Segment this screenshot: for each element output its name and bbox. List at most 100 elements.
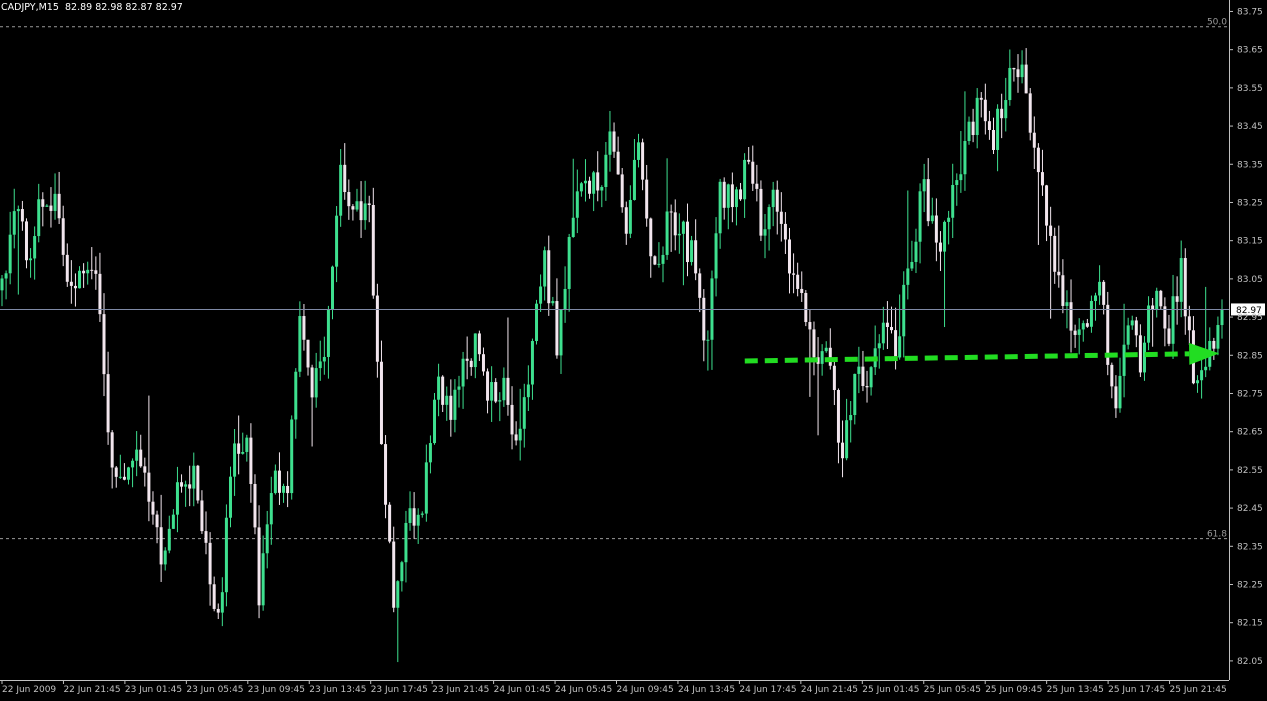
candle-body	[118, 476, 122, 478]
price-tick-label: 83.05	[1237, 275, 1263, 285]
candle-body	[1065, 302, 1069, 306]
candle-body	[596, 172, 600, 191]
candle-body	[379, 361, 383, 445]
candle-body	[583, 180, 587, 184]
candle-body	[433, 399, 437, 444]
chart-canvas[interactable]: 50.061.8 82.97 83.7583.6583.5583.4583.35…	[0, 0, 1267, 697]
candle-body	[65, 254, 69, 282]
candle-body	[269, 493, 273, 525]
candle-body	[241, 451, 245, 454]
candle-body	[771, 189, 775, 208]
time-tick-label: 24 Jun 09:45	[617, 685, 674, 695]
candle-body	[698, 273, 702, 298]
candle-body	[800, 288, 804, 293]
candle-body	[987, 121, 991, 131]
candle-body	[33, 236, 37, 259]
time-tick-label: 24 Jun 17:45	[739, 685, 796, 695]
candle-body	[343, 164, 347, 193]
candle-body	[204, 531, 208, 543]
candle-body	[1085, 323, 1089, 327]
candle-body	[1134, 320, 1138, 336]
candle-body	[600, 186, 604, 191]
candle-body	[649, 218, 653, 257]
candle-body	[78, 270, 82, 289]
candle-body	[371, 204, 375, 296]
candle-body	[1094, 295, 1098, 301]
candle-body	[767, 207, 771, 230]
candle-body	[743, 159, 747, 200]
candle-body	[1159, 290, 1163, 307]
price-tick-label: 82.85	[1237, 351, 1263, 361]
candle-body	[1077, 329, 1081, 335]
candle-body	[812, 329, 816, 358]
candle-body	[196, 465, 200, 501]
candle-body	[841, 442, 845, 459]
candle-body	[996, 108, 1000, 150]
candle-body	[216, 608, 220, 613]
candle-body	[906, 268, 910, 285]
candle-body	[857, 366, 861, 374]
price-tick-label: 82.95	[1237, 313, 1263, 323]
candle-body	[322, 356, 326, 362]
price-tick-label: 82.55	[1237, 466, 1263, 476]
candle-body	[849, 415, 853, 421]
time-tick-label: 25 Jun 05:45	[924, 685, 981, 695]
candle-body	[498, 400, 502, 402]
candle-body	[192, 465, 196, 489]
time-tick-label: 25 Jun 17:45	[1108, 685, 1165, 695]
candle-body	[86, 269, 90, 274]
candle-body	[1098, 281, 1102, 296]
candle-body	[318, 361, 322, 369]
candle-body	[457, 386, 461, 390]
time-tick-label: 22 Jun 21:45	[63, 685, 120, 695]
candle-body	[877, 343, 881, 349]
candle-body	[82, 270, 86, 274]
candle-body	[428, 443, 432, 463]
candle-body	[1061, 275, 1065, 306]
candle-body	[306, 339, 310, 368]
price-chart[interactable]: 50.0 61.8 82.97 83.75 83.65 83.55 83.45 83.35…	[0, 0, 1267, 697]
candle-body	[400, 562, 404, 582]
candle-body	[208, 542, 212, 585]
candle-body	[445, 395, 449, 405]
candle-body	[355, 201, 359, 210]
candle-body	[351, 206, 355, 210]
candle-body	[494, 382, 498, 402]
candle-body	[416, 514, 420, 526]
candle-body	[1200, 370, 1204, 381]
candle-body	[449, 395, 453, 420]
candle-body	[286, 485, 290, 494]
candle-body	[820, 351, 824, 364]
candle-body	[290, 419, 294, 494]
candle-body	[959, 174, 963, 181]
candle-body	[559, 309, 563, 356]
candle-body	[579, 183, 583, 192]
candle-body	[367, 203, 371, 205]
candle-body	[1118, 375, 1122, 409]
candle-body	[122, 476, 126, 480]
candle-body	[249, 437, 253, 484]
candle-body	[751, 161, 755, 184]
candle-body	[453, 389, 457, 420]
candle-body	[796, 274, 800, 289]
candle-body	[518, 428, 522, 441]
candle-body	[339, 164, 343, 216]
candle-body	[865, 386, 869, 388]
candle-body	[408, 508, 412, 523]
candle-body	[273, 470, 277, 494]
candle-body	[702, 297, 706, 341]
candle-body	[669, 211, 673, 213]
candle-body	[392, 541, 396, 608]
candle-body	[53, 193, 57, 211]
candle-body	[853, 373, 857, 416]
candle-body	[804, 292, 808, 323]
candle-body	[1175, 296, 1179, 302]
candle-body	[1196, 380, 1200, 384]
time-tick-label: 25 Jun 09:45	[985, 685, 1042, 695]
time-tick-label: 23 Jun 05:45	[186, 685, 243, 695]
candle-body	[514, 434, 518, 441]
candle-body	[1040, 172, 1044, 186]
candle-body	[1024, 64, 1028, 94]
candle-body	[1045, 185, 1049, 226]
candle-body	[1036, 147, 1040, 173]
